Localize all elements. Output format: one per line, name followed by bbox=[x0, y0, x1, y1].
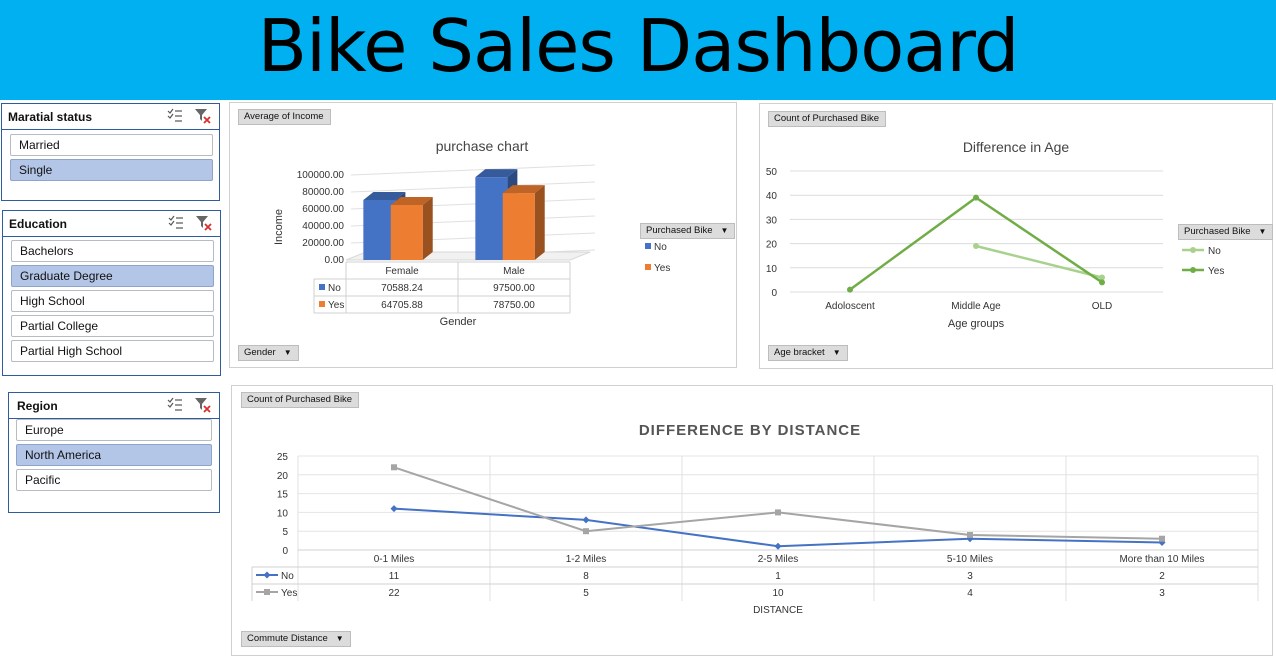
slicer-header: Education bbox=[3, 211, 220, 237]
count-purchased-field-button-2[interactable]: Count of Purchased Bike bbox=[241, 392, 360, 408]
multi-select-icon[interactable] bbox=[166, 396, 184, 414]
slicer-title: Region bbox=[17, 399, 58, 413]
slicer-item-married[interactable]: Married bbox=[10, 134, 213, 156]
slicer-header: Region bbox=[9, 393, 219, 419]
region-slicer: Region Europe North America Pacific bbox=[8, 392, 220, 513]
gender-field-label: Gender bbox=[244, 347, 276, 358]
slicer-item-high-school[interactable]: High School bbox=[11, 290, 214, 312]
purchased-bike-field-button[interactable]: Purchased Bike ▼ bbox=[640, 223, 736, 239]
dropdown-arrow-icon: ▼ bbox=[1258, 227, 1267, 236]
dropdown-arrow-icon: ▼ bbox=[720, 226, 729, 235]
age-bracket-field-button[interactable]: Age bracket ▼ bbox=[768, 345, 848, 361]
dashboard-banner: Bike Sales Dashboard bbox=[0, 0, 1276, 100]
slicer-header: Maratial status bbox=[2, 104, 219, 130]
slicer-title: Education bbox=[9, 217, 68, 231]
slicer-item-europe[interactable]: Europe bbox=[16, 419, 212, 441]
age-bracket-field-label: Age bracket bbox=[774, 347, 825, 358]
purchased-bike-field-label: Purchased Bike bbox=[1184, 226, 1251, 237]
gender-field-button[interactable]: Gender ▼ bbox=[238, 345, 299, 361]
clear-filter-icon[interactable] bbox=[194, 107, 212, 125]
slicer-title: Maratial status bbox=[8, 110, 93, 124]
dropdown-arrow-icon: ▼ bbox=[832, 348, 841, 357]
slicer-item-pacific[interactable]: Pacific bbox=[16, 469, 212, 491]
clear-filter-icon[interactable] bbox=[195, 214, 213, 232]
count-purchased-field-button[interactable]: Count of Purchased Bike bbox=[768, 111, 887, 127]
commute-distance-field-button[interactable]: Commute Distance ▼ bbox=[241, 631, 351, 647]
marital-status-slicer: Maratial status Married Single bbox=[1, 103, 220, 201]
slicer-item-partial-college[interactable]: Partial College bbox=[11, 315, 214, 337]
slicer-item-north-america[interactable]: North America bbox=[16, 444, 212, 466]
average-income-field-button[interactable]: Average of Income bbox=[238, 109, 331, 125]
multi-select-icon[interactable] bbox=[166, 107, 184, 125]
slicer-item-bachelors[interactable]: Bachelors bbox=[11, 240, 214, 262]
clear-filter-icon[interactable] bbox=[194, 396, 212, 414]
education-slicer: Education Bachelors Graduate Degree High… bbox=[2, 210, 221, 376]
dropdown-arrow-icon: ▼ bbox=[283, 348, 292, 357]
distance-chart-panel bbox=[231, 385, 1273, 656]
slicer-item-graduate-degree[interactable]: Graduate Degree bbox=[11, 265, 214, 287]
multi-select-icon[interactable] bbox=[167, 214, 185, 232]
dropdown-arrow-icon: ▼ bbox=[335, 634, 344, 643]
purchased-bike-field-button-2[interactable]: Purchased Bike ▼ bbox=[1178, 224, 1274, 240]
dashboard-title: Bike Sales Dashboard bbox=[257, 4, 1020, 88]
slicer-item-single[interactable]: Single bbox=[10, 159, 213, 181]
slicer-item-partial-high-school[interactable]: Partial High School bbox=[11, 340, 214, 362]
commute-distance-field-label: Commute Distance bbox=[247, 633, 328, 644]
purchased-bike-field-label: Purchased Bike bbox=[646, 225, 713, 236]
